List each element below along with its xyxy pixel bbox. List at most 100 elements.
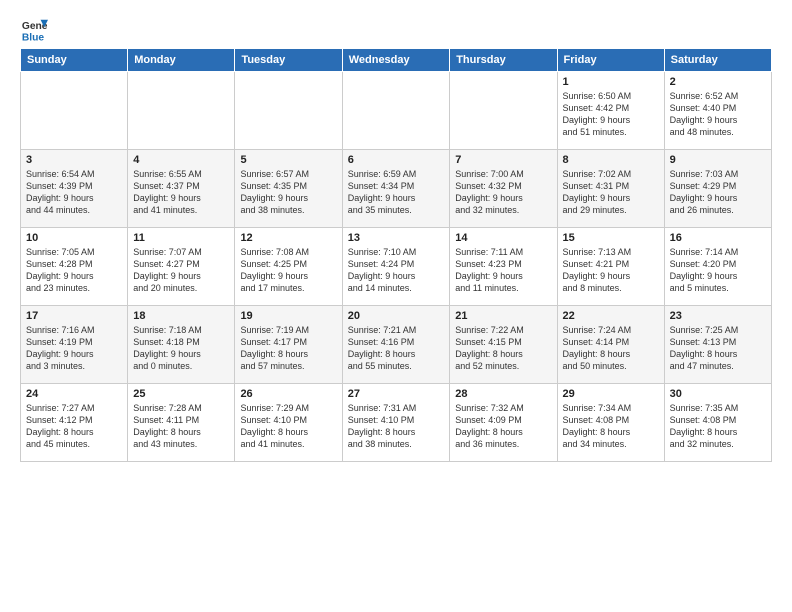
header: General Blue	[20, 16, 772, 44]
calendar-cell: 1 Sunrise: 6:50 AM Sunset: 4:42 PM Daylig…	[557, 72, 664, 150]
calendar-cell: 3 Sunrise: 6:54 AM Sunset: 4:39 PM Daylig…	[21, 150, 128, 228]
day-info: Sunrise: 7:29 AM Sunset: 4:10 PM Dayligh…	[240, 402, 336, 451]
day-number: 4	[133, 154, 229, 166]
calendar-cell: 22 Sunrise: 7:24 AM Sunset: 4:14 PM Dayli…	[557, 306, 664, 384]
calendar-cell: 4 Sunrise: 6:55 AM Sunset: 4:37 PM Daylig…	[128, 150, 235, 228]
day-number: 29	[563, 388, 659, 400]
calendar-cell: 15 Sunrise: 7:13 AM Sunset: 4:21 PM Dayli…	[557, 228, 664, 306]
day-info: Sunrise: 7:05 AM Sunset: 4:28 PM Dayligh…	[26, 246, 122, 295]
calendar-header-friday: Friday	[557, 49, 664, 72]
calendar-cell: 25 Sunrise: 7:28 AM Sunset: 4:11 PM Dayli…	[128, 384, 235, 462]
calendar-cell: 6Sunrise: 6:59 AM Sunset: 4:34 PM Daylig…	[342, 150, 450, 228]
day-info: Sunrise: 6:57 AM Sunset: 4:35 PM Dayligh…	[240, 168, 336, 217]
day-info: Sunrise: 7:35 AM Sunset: 4:08 PM Dayligh…	[670, 402, 766, 451]
day-info: Sunrise: 7:14 AM Sunset: 4:20 PM Dayligh…	[670, 246, 766, 295]
day-info: Sunrise: 6:50 AM Sunset: 4:42 PM Dayligh…	[563, 90, 659, 139]
calendar-cell: 13Sunrise: 7:10 AM Sunset: 4:24 PM Dayli…	[342, 228, 450, 306]
day-info: Sunrise: 7:03 AM Sunset: 4:29 PM Dayligh…	[670, 168, 766, 217]
calendar-cell: 10 Sunrise: 7:05 AM Sunset: 4:28 PM Dayli…	[21, 228, 128, 306]
day-number: 7	[455, 154, 551, 166]
calendar-header-row: SundayMondayTuesdayWednesdayThursdayFrid…	[21, 49, 772, 72]
day-info: Sunrise: 6:52 AM Sunset: 4:40 PM Dayligh…	[670, 90, 766, 139]
day-info: Sunrise: 7:34 AM Sunset: 4:08 PM Dayligh…	[563, 402, 659, 451]
calendar-cell: 27 Sunrise: 7:31 AM Sunset: 4:10 PM Dayli…	[342, 384, 450, 462]
calendar-cell: 28Sunrise: 7:32 AM Sunset: 4:09 PM Dayli…	[450, 384, 557, 462]
day-number: 23	[670, 310, 766, 322]
day-number: 27	[348, 388, 445, 400]
day-number: 26	[240, 388, 336, 400]
day-number: 22	[563, 310, 659, 322]
day-number: 8	[563, 154, 659, 166]
day-info: Sunrise: 7:00 AM Sunset: 4:32 PM Dayligh…	[455, 168, 551, 217]
day-info: Sunrise: 7:32 AM Sunset: 4:09 PM Dayligh…	[455, 402, 551, 451]
day-info: Sunrise: 7:31 AM Sunset: 4:10 PM Dayligh…	[348, 402, 445, 451]
day-number: 20	[348, 310, 445, 322]
day-number: 12	[240, 232, 336, 244]
day-info: Sunrise: 7:18 AM Sunset: 4:18 PM Dayligh…	[133, 324, 229, 373]
day-info: Sunrise: 7:02 AM Sunset: 4:31 PM Dayligh…	[563, 168, 659, 217]
calendar-cell: 16 Sunrise: 7:14 AM Sunset: 4:20 PM Dayli…	[664, 228, 771, 306]
calendar-cell: 14Sunrise: 7:11 AM Sunset: 4:23 PM Dayli…	[450, 228, 557, 306]
calendar-cell: 5 Sunrise: 6:57 AM Sunset: 4:35 PM Daylig…	[235, 150, 342, 228]
day-info: Sunrise: 7:13 AM Sunset: 4:21 PM Dayligh…	[563, 246, 659, 295]
day-info: Sunrise: 6:54 AM Sunset: 4:39 PM Dayligh…	[26, 168, 122, 217]
calendar-cell	[235, 72, 342, 150]
day-info: Sunrise: 7:22 AM Sunset: 4:15 PM Dayligh…	[455, 324, 551, 373]
calendar-cell: 30 Sunrise: 7:35 AM Sunset: 4:08 PM Dayli…	[664, 384, 771, 462]
day-number: 11	[133, 232, 229, 244]
day-info: Sunrise: 7:10 AM Sunset: 4:24 PM Dayligh…	[348, 246, 445, 295]
calendar-cell: 20 Sunrise: 7:21 AM Sunset: 4:16 PM Dayli…	[342, 306, 450, 384]
calendar-cell: 18 Sunrise: 7:18 AM Sunset: 4:18 PM Dayli…	[128, 306, 235, 384]
calendar-cell: 19Sunrise: 7:19 AM Sunset: 4:17 PM Dayli…	[235, 306, 342, 384]
calendar-cell: 21Sunrise: 7:22 AM Sunset: 4:15 PM Dayli…	[450, 306, 557, 384]
svg-text:Blue: Blue	[22, 32, 45, 43]
calendar-cell: 7 Sunrise: 7:00 AM Sunset: 4:32 PM Daylig…	[450, 150, 557, 228]
calendar-cell: 26 Sunrise: 7:29 AM Sunset: 4:10 PM Dayli…	[235, 384, 342, 462]
day-info: Sunrise: 7:21 AM Sunset: 4:16 PM Dayligh…	[348, 324, 445, 373]
calendar-week-row: 17Sunrise: 7:16 AM Sunset: 4:19 PM Dayli…	[21, 306, 772, 384]
calendar-header-monday: Monday	[128, 49, 235, 72]
calendar-cell	[128, 72, 235, 150]
calendar-header-saturday: Saturday	[664, 49, 771, 72]
calendar-cell: 8 Sunrise: 7:02 AM Sunset: 4:31 PM Daylig…	[557, 150, 664, 228]
calendar-cell: 2Sunrise: 6:52 AM Sunset: 4:40 PM Daylig…	[664, 72, 771, 150]
day-info: Sunrise: 6:59 AM Sunset: 4:34 PM Dayligh…	[348, 168, 445, 217]
calendar-week-row: 10 Sunrise: 7:05 AM Sunset: 4:28 PM Dayli…	[21, 228, 772, 306]
logo: General Blue	[20, 16, 48, 44]
calendar-cell: 9 Sunrise: 7:03 AM Sunset: 4:29 PM Daylig…	[664, 150, 771, 228]
logo-icon: General Blue	[20, 16, 48, 44]
calendar-header-thursday: Thursday	[450, 49, 557, 72]
calendar-week-row: 24 Sunrise: 7:27 AM Sunset: 4:12 PM Dayli…	[21, 384, 772, 462]
day-info: Sunrise: 7:24 AM Sunset: 4:14 PM Dayligh…	[563, 324, 659, 373]
page-container: General Blue SundayMondayTuesdayWednesda…	[0, 0, 792, 472]
calendar-cell	[342, 72, 450, 150]
day-info: Sunrise: 7:07 AM Sunset: 4:27 PM Dayligh…	[133, 246, 229, 295]
day-info: Sunrise: 7:27 AM Sunset: 4:12 PM Dayligh…	[26, 402, 122, 451]
calendar-cell	[21, 72, 128, 150]
calendar-cell	[450, 72, 557, 150]
calendar-cell: 29 Sunrise: 7:34 AM Sunset: 4:08 PM Dayli…	[557, 384, 664, 462]
day-number: 24	[26, 388, 122, 400]
calendar-cell: 23 Sunrise: 7:25 AM Sunset: 4:13 PM Dayli…	[664, 306, 771, 384]
calendar-cell: 17Sunrise: 7:16 AM Sunset: 4:19 PM Dayli…	[21, 306, 128, 384]
calendar-week-row: 3 Sunrise: 6:54 AM Sunset: 4:39 PM Daylig…	[21, 150, 772, 228]
calendar-cell: 12 Sunrise: 7:08 AM Sunset: 4:25 PM Dayli…	[235, 228, 342, 306]
calendar-cell: 11 Sunrise: 7:07 AM Sunset: 4:27 PM Dayli…	[128, 228, 235, 306]
day-number: 9	[670, 154, 766, 166]
day-number: 30	[670, 388, 766, 400]
day-number: 3	[26, 154, 122, 166]
day-number: 10	[26, 232, 122, 244]
day-info: Sunrise: 7:08 AM Sunset: 4:25 PM Dayligh…	[240, 246, 336, 295]
day-number: 25	[133, 388, 229, 400]
day-info: Sunrise: 7:28 AM Sunset: 4:11 PM Dayligh…	[133, 402, 229, 451]
day-number: 19	[240, 310, 336, 322]
day-number: 5	[240, 154, 336, 166]
day-number: 15	[563, 232, 659, 244]
day-number: 18	[133, 310, 229, 322]
day-info: Sunrise: 6:55 AM Sunset: 4:37 PM Dayligh…	[133, 168, 229, 217]
calendar-header-tuesday: Tuesday	[235, 49, 342, 72]
day-info: Sunrise: 7:25 AM Sunset: 4:13 PM Dayligh…	[670, 324, 766, 373]
day-number: 1	[563, 76, 659, 88]
day-info: Sunrise: 7:16 AM Sunset: 4:19 PM Dayligh…	[26, 324, 122, 373]
day-number: 16	[670, 232, 766, 244]
